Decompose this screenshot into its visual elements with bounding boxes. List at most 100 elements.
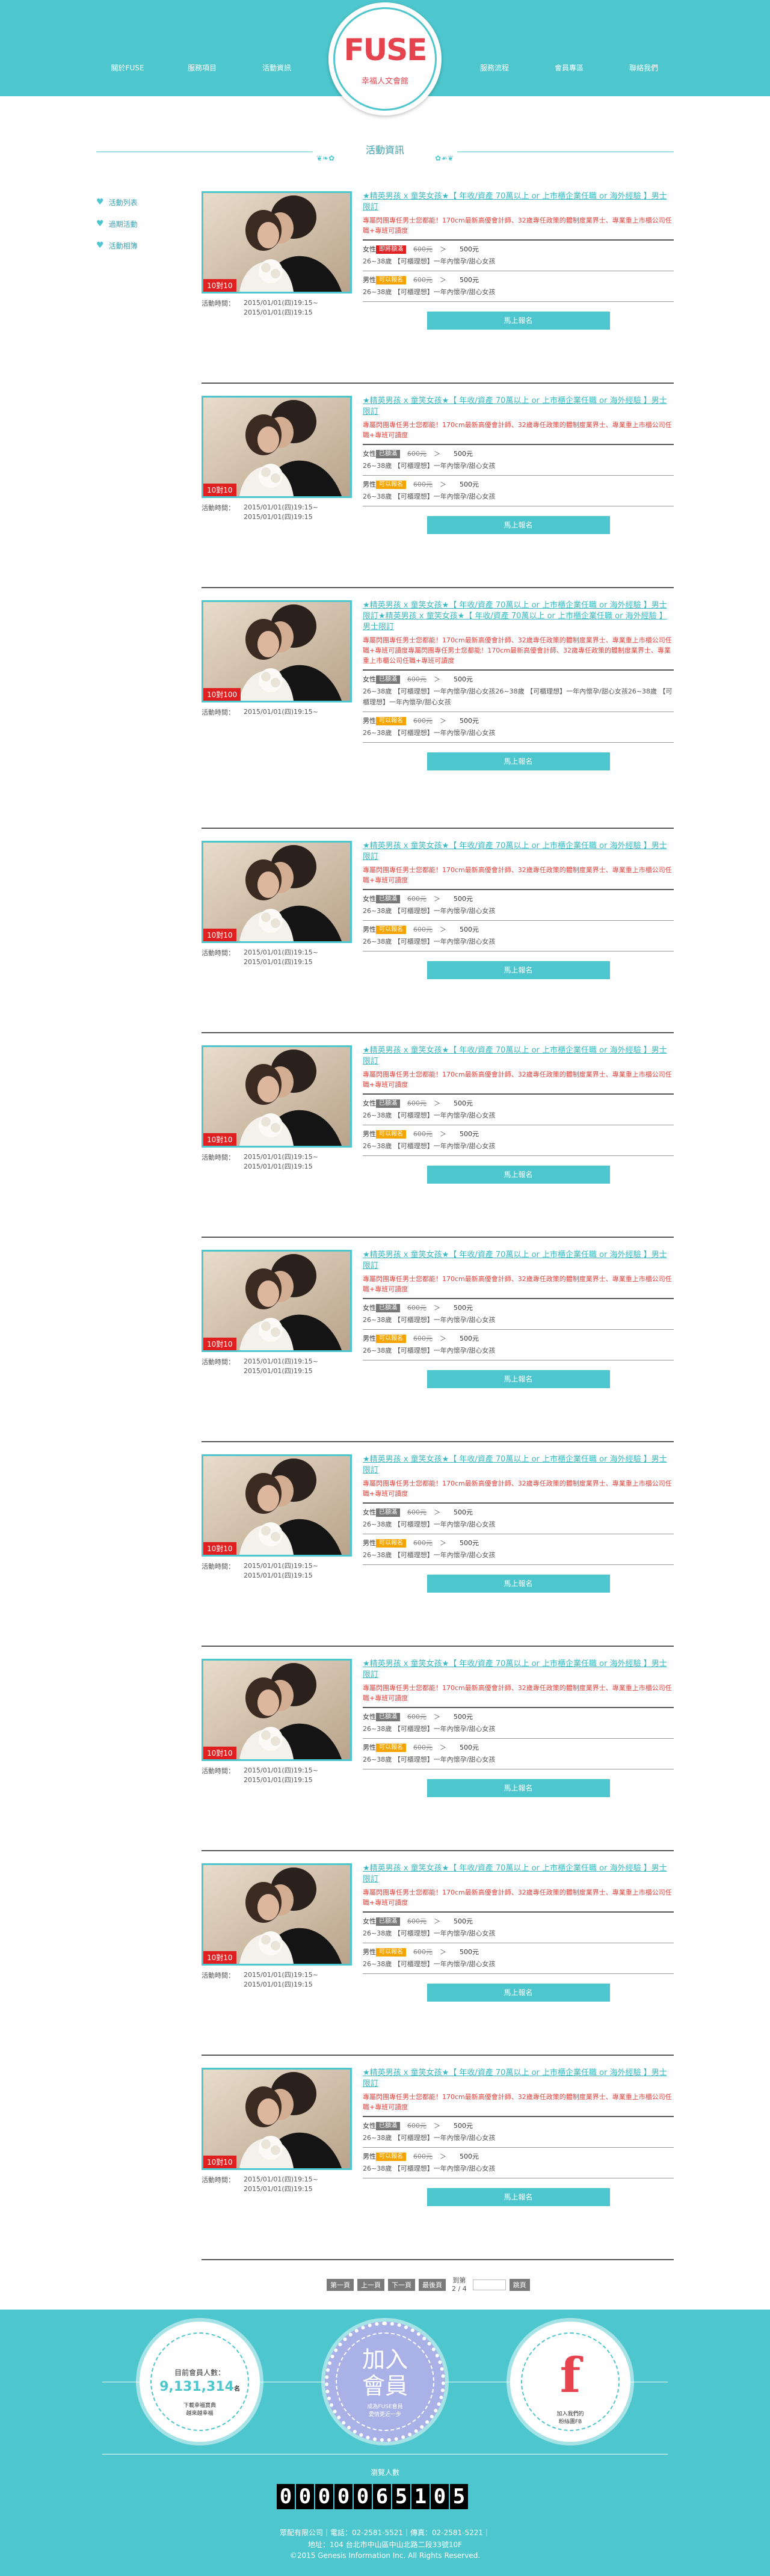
sidebar-item[interactable]: ♥ 活動相簿: [96, 235, 186, 256]
event-photo[interactable]: 10對10: [202, 1045, 352, 1148]
sidebar-item[interactable]: ♥ 活動列表: [96, 191, 186, 213]
sidebar-item[interactable]: ♥ 過期活動: [96, 213, 186, 235]
event-description: 專屬閃團專任男士您都能！170cm最新高優會計師、32歲專任政策的體制度業界士、…: [363, 1071, 672, 1089]
jump-button[interactable]: 跳頁: [509, 2279, 530, 2291]
next-page-button[interactable]: 下一頁: [388, 2279, 415, 2291]
event-title-link[interactable]: ★精英男孩 x 童笑女孩★【 年收/資產 70萬以上 or 上市櫃企業任職 or…: [363, 600, 674, 633]
status-badge: 可以報名: [376, 2153, 406, 2161]
event-time: 2015/01/01(四)19:15~ 2015/01/01(四)19:15: [244, 1766, 318, 1784]
signup-button[interactable]: 馬上報名: [427, 961, 610, 979]
divider: [363, 301, 674, 302]
divider: [363, 1298, 674, 1299]
nav-item[interactable]: 活動資訊: [239, 63, 314, 73]
signup-button[interactable]: 馬上報名: [427, 312, 610, 330]
facebook-circle[interactable]: f 加入我們的 粉絲團FB: [510, 2322, 630, 2442]
event-bottom-line: [202, 1441, 674, 1442]
signup-button[interactable]: 馬上報名: [427, 2188, 610, 2206]
divider: [363, 920, 674, 921]
couple-photo: [203, 398, 350, 496]
couple-photo: [203, 2070, 350, 2168]
event-title-link[interactable]: ★精英男孩 x 童笑女孩★【 年收/資產 70萬以上 or 上市櫃企業任職 or…: [363, 191, 674, 213]
time-label: 活動時間：: [202, 709, 235, 716]
signup-button[interactable]: 馬上報名: [427, 1575, 610, 1593]
event-photo[interactable]: 10對10: [202, 2068, 352, 2170]
status-badge: 已額滿: [376, 675, 400, 684]
sale-price: 500元: [460, 1948, 479, 1956]
signup-button[interactable]: 馬上報名: [427, 752, 610, 770]
original-price: 600元: [407, 1508, 427, 1516]
signup-button[interactable]: 馬上報名: [427, 516, 610, 534]
section-title-wrap: ❦❧✿ 活動資訊 ✿☙❦: [313, 142, 457, 162]
age-requirement: 26~38歲 【可櫃理想】一年內懷孕/甜心女孩: [363, 2165, 496, 2172]
couple-photo: [203, 1252, 350, 1350]
event-time: 2015/01/01(四)19:15~ 2015/01/01(四)19:15: [244, 503, 318, 521]
signup-button[interactable]: 馬上報名: [427, 1166, 610, 1184]
event-photo[interactable]: 10對10: [202, 396, 352, 498]
original-price: 600元: [413, 2153, 433, 2160]
event-title-link[interactable]: ★精英男孩 x 童笑女孩★【 年收/資產 70萬以上 or 上市櫃企業任職 or…: [363, 396, 674, 417]
event-title-link[interactable]: ★精英男孩 x 童笑女孩★【 年收/資產 70萬以上 or 上市櫃企業任職 or…: [363, 1659, 674, 1680]
female-price-row: 女性 已額滿 600元 ＞ 500元: [363, 2121, 674, 2132]
visit-counter: 0000065105: [277, 2484, 469, 2509]
divider: [363, 1738, 674, 1739]
age-requirement: 26~38歲 【可櫃理想】一年內懷孕/甜心女孩: [363, 729, 496, 737]
event-title-link[interactable]: ★精英男孩 x 童笑女孩★【 年收/資產 70萬以上 or 上市櫃企業任職 or…: [363, 1863, 674, 1885]
event-title-link[interactable]: ★精英男孩 x 童笑女孩★【 年收/資產 70萬以上 or 上市櫃企業任職 or…: [363, 2068, 674, 2089]
male-price-row: 男性 可以報名 600元 ＞ 500元: [363, 1333, 674, 1344]
event-photo[interactable]: 10對10: [202, 1250, 352, 1352]
nav-item[interactable]: 會員專區: [532, 63, 606, 73]
age-requirement: 26~38歲 【可櫃理想】一年內懷孕/甜心女孩: [363, 2134, 496, 2142]
last-page-button[interactable]: 最後頁: [419, 2279, 446, 2291]
signup-button[interactable]: 馬上報名: [427, 1370, 610, 1388]
nav-item[interactable]: 關於FUSE: [90, 63, 165, 73]
nav-item[interactable]: 服務流程: [457, 63, 532, 73]
status-badge: 已額滿: [376, 1508, 400, 1517]
event-title-link[interactable]: ★精英男孩 x 童笑女孩★【 年收/資產 70萬以上 or 上市櫃企業任職 or…: [363, 1045, 674, 1067]
event-details: ★精英男孩 x 童笑女孩★【 年收/資產 70萬以上 or 上市櫃企業任職 or…: [363, 1045, 674, 1184]
nav-item[interactable]: 服務項目: [165, 63, 239, 73]
event-photo[interactable]: 10對10: [202, 1659, 352, 1761]
first-page-button[interactable]: 第一頁: [327, 2279, 354, 2291]
gender-label: 女性: [363, 1713, 376, 1721]
counter-digit: 5: [392, 2484, 410, 2509]
event-title-link[interactable]: ★精英男孩 x 童笑女孩★【 年收/資產 70萬以上 or 上市櫃企業任職 or…: [363, 841, 674, 862]
status-badge: 已額滿: [376, 1304, 400, 1312]
gender-label: 男性: [363, 481, 376, 488]
divider: [363, 1329, 674, 1330]
page-input[interactable]: [472, 2279, 506, 2290]
signup-button[interactable]: 馬上報名: [427, 1779, 610, 1797]
event-bottom-line: [202, 2259, 674, 2260]
nav-item[interactable]: 聯絡我們: [606, 63, 681, 73]
sidebar-item-label: 活動列表: [108, 198, 138, 207]
members-count-value: 9,131,314: [159, 2379, 234, 2394]
gender-label: 女性: [363, 675, 376, 683]
male-price-row: 男性 可以報名 600元 ＞ 500元: [363, 479, 674, 490]
gender-label: 女性: [363, 1508, 376, 1516]
age-requirement: 26~38歲 【可櫃理想】一年內懷孕/甜心女孩: [363, 907, 496, 915]
prev-page-button[interactable]: 上一頁: [357, 2279, 384, 2291]
age-requirement: 26~38歲 【可櫃理想】一年內懷孕/甜心女孩: [363, 1520, 496, 1528]
event-description: 專屬閃團專任男士您都能！170cm最新高優會計師、32歲專任政策的體制度業界士、…: [363, 866, 672, 884]
status-badge: 即將額滿: [376, 245, 406, 254]
event-photo[interactable]: 10對10: [202, 191, 352, 294]
event-title-link[interactable]: ★精英男孩 x 童笑女孩★【 年收/資產 70萬以上 or 上市櫃企業任職 or…: [363, 1250, 674, 1271]
event-photo[interactable]: 10對10: [202, 841, 352, 943]
event-photo[interactable]: 10對100: [202, 600, 352, 702]
status-badge: 可以報名: [376, 1744, 406, 1752]
join-member-circle[interactable]: 加入 會員 成為FUSE會員 愛情更近一步: [325, 2322, 445, 2442]
signup-button[interactable]: 馬上報名: [427, 1984, 610, 2002]
logo-word: FUSE: [343, 32, 428, 67]
sale-price: 500元: [460, 1539, 479, 1547]
age-requirement: 26~38歲 【可櫃理想】一年內懷孕/甜心女孩: [363, 1111, 496, 1119]
original-price: 600元: [407, 1713, 427, 1721]
members-circle[interactable]: 目前會員人數： 9,131,314名 下載幸福寶典 越來越幸福: [140, 2322, 260, 2442]
status-badge: 已額滿: [376, 1713, 400, 1721]
join-note: 成為FUSE會員 愛情更近一步: [367, 2404, 403, 2418]
event-title-link[interactable]: ★精英男孩 x 童笑女孩★【 年收/資產 70萬以上 or 上市櫃企業任職 or…: [363, 1454, 674, 1476]
event-photo[interactable]: 10對10: [202, 1454, 352, 1557]
event-photo[interactable]: 10對10: [202, 1863, 352, 1966]
members-count: 9,131,314名: [143, 2379, 256, 2394]
arrow-icon: ＞: [434, 675, 440, 683]
site-logo[interactable]: FUSE 幸福人文會館: [328, 2, 442, 115]
age-requirement: 26~38歲 【可櫃理想】一年內懷孕/甜心女孩: [363, 1316, 496, 1324]
